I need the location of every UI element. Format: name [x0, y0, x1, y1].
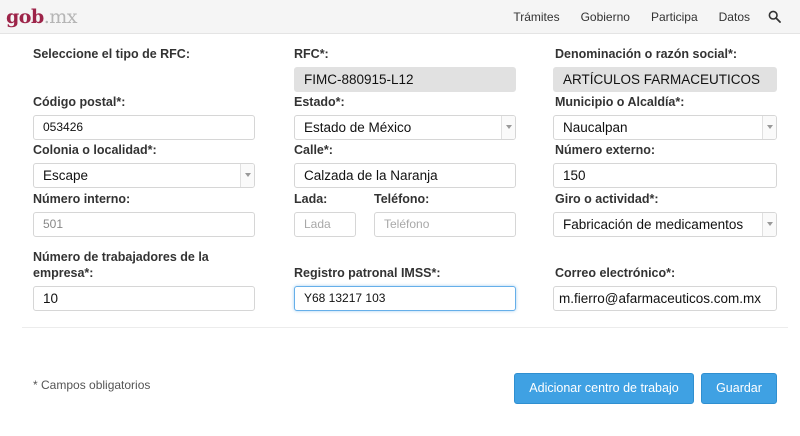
- chevron-down-icon: [762, 213, 776, 236]
- razon-social-label: Denominación o razón social*:: [555, 47, 737, 61]
- save-button[interactable]: Guardar: [701, 373, 777, 404]
- codigo-postal-input[interactable]: 053426: [33, 115, 255, 140]
- telefono-label: Teléfono:: [374, 192, 430, 206]
- correo-label: Correo electrónico*:: [555, 266, 676, 280]
- giro-select[interactable]: Fabricación de medicamentos: [553, 212, 777, 237]
- trabajadores-label-line1: Número de trabajadores de la: [33, 250, 209, 264]
- nav-links: Trámites Gobierno Participa Datos: [492, 0, 782, 34]
- required-fields-note: * Campos obligatorios: [33, 378, 151, 392]
- imss-label: Registro patronal IMSS*:: [294, 266, 441, 280]
- codigo-postal-label: Código postal*:: [33, 95, 126, 109]
- nav-link-participa[interactable]: Participa: [651, 10, 698, 24]
- top-navbar: gob.mx Trámites Gobierno Participa Datos: [0, 0, 800, 34]
- brand-ext: .mx: [43, 6, 78, 28]
- calle-label: Calle*:: [294, 143, 333, 157]
- municipio-label: Municipio o Alcaldía*:: [555, 95, 685, 109]
- chevron-down-icon: [762, 116, 776, 139]
- numero-interno-input[interactable]: 501: [33, 212, 255, 237]
- nav-link-tramites[interactable]: Trámites: [513, 10, 559, 24]
- calle-input[interactable]: Calzada de la Naranja: [294, 163, 516, 188]
- correo-input[interactable]: m.fierro@afarmaceuticos.com.mx: [553, 286, 777, 311]
- trabajadores-label-line2: empresa*:: [33, 266, 94, 280]
- rfc-label: RFC*:: [294, 47, 329, 61]
- add-work-center-button[interactable]: Adicionar centro de trabajo: [514, 373, 694, 404]
- brand-main: gob: [6, 6, 44, 28]
- giro-value: Fabricación de medicamentos: [563, 217, 744, 232]
- telefono-input[interactable]: Teléfono: [374, 212, 516, 237]
- imss-input[interactable]: Y68 13217 103: [294, 286, 516, 311]
- numero-externo-input[interactable]: 150: [553, 163, 777, 188]
- colonia-label: Colonia o localidad*:: [33, 143, 157, 157]
- municipio-value: Naucalpan: [563, 120, 628, 135]
- municipio-select[interactable]: Naucalpan: [553, 115, 777, 140]
- form-divider: [22, 327, 788, 328]
- chevron-down-icon: [501, 116, 515, 139]
- giro-label: Giro o actividad*:: [555, 192, 659, 206]
- estado-label: Estado*:: [294, 95, 345, 109]
- lada-input[interactable]: Lada: [294, 212, 356, 237]
- gobmx-logo[interactable]: gob.mx: [6, 6, 78, 28]
- numero-interno-label: Número interno:: [33, 192, 131, 206]
- colonia-value: Escape: [43, 168, 89, 183]
- trabajadores-input[interactable]: 10: [33, 286, 255, 311]
- estado-select[interactable]: Estado de México: [294, 115, 516, 140]
- estado-value: Estado de México: [304, 120, 412, 135]
- razon-social-field: ARTÍCULOS FARMACEUTICOS: [553, 67, 777, 92]
- lada-label: Lada:: [294, 192, 328, 206]
- rfc-field: FIMC-880915-L12: [294, 67, 516, 92]
- search-icon[interactable]: [768, 10, 782, 24]
- colonia-select[interactable]: Escape: [33, 163, 255, 188]
- nav-link-gobierno[interactable]: Gobierno: [581, 10, 630, 24]
- chevron-down-icon: [240, 164, 254, 187]
- numero-externo-label: Número externo:: [555, 143, 656, 157]
- nav-link-datos[interactable]: Datos: [719, 10, 750, 24]
- tipo-rfc-label: Seleccione el tipo de RFC:: [33, 47, 190, 61]
